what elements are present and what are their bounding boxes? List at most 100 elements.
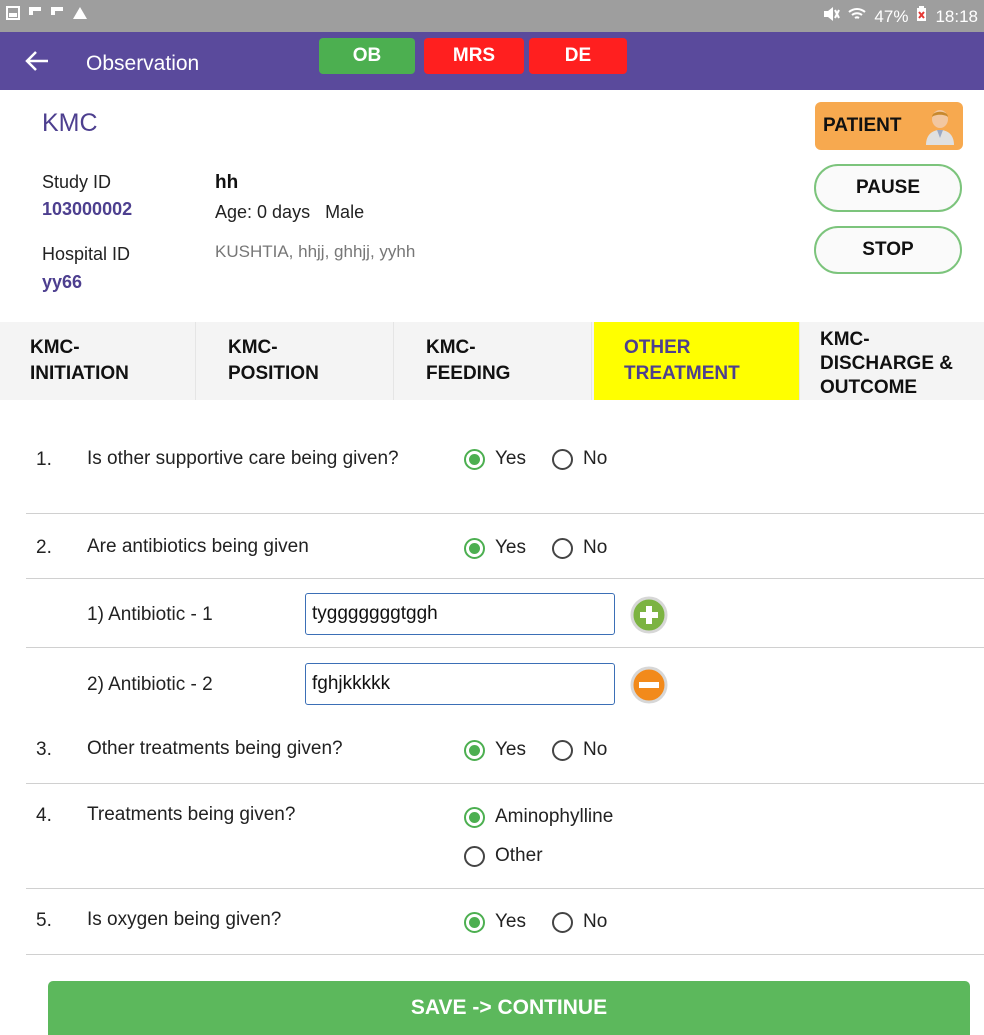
tab-label: KMC- bbox=[426, 337, 476, 358]
divider bbox=[26, 888, 984, 889]
tab-other-treatment[interactable]: OTHER TREATMENT bbox=[594, 322, 800, 400]
study-id-value: 103000002 bbox=[42, 199, 133, 219]
system-status: 47% 18:18 bbox=[822, 6, 978, 27]
question-number: 1. bbox=[36, 449, 52, 470]
remove-circle-icon[interactable] bbox=[630, 666, 668, 704]
radio-unchecked-icon bbox=[552, 537, 573, 559]
patient-age-sex: Age: 0 days Male bbox=[215, 202, 365, 222]
tab-kmc-feeding[interactable]: KMC- FEEDING bbox=[396, 322, 592, 400]
add-circle-icon[interactable] bbox=[630, 596, 668, 634]
q3-yes-radio[interactable]: Yes bbox=[464, 739, 526, 761]
tab-label: OUTCOME bbox=[820, 377, 918, 398]
tab-kmc-initiation[interactable]: KMC- INITIATION bbox=[0, 322, 196, 400]
antibiotic-1-label: 1) Antibiotic - 1 bbox=[87, 604, 213, 625]
antibiotic-2-label: 2) Antibiotic - 2 bbox=[87, 674, 213, 695]
tab-label: KMC- bbox=[820, 329, 870, 350]
question-text: Treatments being given? bbox=[87, 804, 296, 825]
tab-label: TREATMENT bbox=[624, 363, 740, 384]
ob-chip[interactable]: OB bbox=[319, 38, 415, 74]
radio-label: No bbox=[583, 739, 608, 760]
question-number: 2. bbox=[36, 537, 52, 558]
wifi-icon bbox=[848, 6, 867, 27]
hospital-id-label: Hospital ID bbox=[42, 244, 131, 264]
tab-label: OTHER bbox=[624, 337, 691, 358]
section-title: KMC bbox=[42, 109, 98, 137]
tab-label: FEEDING bbox=[426, 363, 511, 384]
patient-avatar-icon bbox=[923, 107, 957, 145]
tab-kmc-position[interactable]: KMC- POSITION bbox=[198, 322, 394, 400]
stop-button[interactable]: STOP bbox=[814, 226, 962, 274]
radio-checked-icon bbox=[464, 806, 485, 828]
divider bbox=[26, 954, 984, 955]
flipboard-icon bbox=[28, 6, 42, 22]
warning-icon bbox=[72, 6, 87, 22]
back-arrow-icon[interactable] bbox=[24, 42, 50, 81]
divider bbox=[26, 783, 984, 784]
clock: 18:18 bbox=[935, 6, 978, 26]
hospital-id-value: yy66 bbox=[42, 272, 83, 292]
tab-label: INITIATION bbox=[30, 363, 129, 384]
tab-label: DISCHARGE & bbox=[820, 353, 954, 374]
radio-unchecked-icon bbox=[552, 448, 573, 470]
radio-checked-icon bbox=[464, 739, 485, 761]
antibiotic-2-input[interactable] bbox=[305, 663, 615, 705]
radio-checked-icon bbox=[464, 537, 485, 559]
q4-other-radio[interactable]: Other bbox=[464, 845, 543, 867]
radio-label: Other bbox=[495, 845, 543, 866]
question-number: 3. bbox=[36, 739, 52, 760]
question-number: 4. bbox=[36, 805, 52, 826]
divider bbox=[26, 513, 984, 514]
tab-label: POSITION bbox=[228, 363, 319, 384]
radio-label: Yes bbox=[495, 537, 526, 558]
radio-unchecked-icon bbox=[552, 739, 573, 761]
radio-label: No bbox=[583, 911, 608, 932]
radio-checked-icon bbox=[464, 911, 485, 933]
status-bar: 47% 18:18 bbox=[0, 0, 984, 32]
patient-button[interactable]: PATIENT bbox=[815, 102, 963, 150]
question-number: 5. bbox=[36, 910, 52, 931]
q1-yes-radio[interactable]: Yes bbox=[464, 448, 526, 470]
patient-button-label: PATIENT bbox=[823, 115, 902, 136]
radio-label: No bbox=[583, 448, 608, 469]
radio-checked-icon bbox=[464, 448, 485, 470]
antibiotic-1-input[interactable] bbox=[305, 593, 615, 635]
section-tabs: KMC- INITIATION KMC- POSITION KMC- FEEDI… bbox=[0, 322, 984, 400]
save-continue-button[interactable]: SAVE -> CONTINUE bbox=[48, 981, 970, 1035]
mrs-chip[interactable]: MRS bbox=[424, 38, 524, 74]
q2-no-radio[interactable]: No bbox=[552, 537, 607, 559]
question-text: Is oxygen being given? bbox=[87, 909, 282, 930]
radio-label: No bbox=[583, 537, 608, 558]
gallery-icon bbox=[6, 6, 20, 22]
radio-unchecked-icon bbox=[464, 845, 485, 867]
battery-icon bbox=[916, 6, 927, 27]
patient-address: KUSHTIA, hhjj, ghhjj, yyhh bbox=[215, 242, 416, 261]
patient-name: hh bbox=[215, 172, 239, 193]
q1-no-radio[interactable]: No bbox=[552, 448, 607, 470]
flipboard-icon bbox=[50, 6, 64, 22]
divider bbox=[26, 647, 984, 648]
question-text: Are antibiotics being given bbox=[87, 536, 309, 557]
q4-aminophylline-radio[interactable]: Aminophylline bbox=[464, 806, 613, 828]
radio-label: Yes bbox=[495, 911, 526, 932]
radio-label: Aminophylline bbox=[495, 806, 614, 827]
de-chip[interactable]: DE bbox=[529, 38, 627, 74]
tab-kmc-discharge-outcome[interactable]: KMC- DISCHARGE & OUTCOME bbox=[800, 322, 984, 400]
radio-label: Yes bbox=[495, 739, 526, 760]
q5-yes-radio[interactable]: Yes bbox=[464, 911, 526, 933]
notification-icons bbox=[6, 6, 87, 22]
radio-unchecked-icon bbox=[552, 911, 573, 933]
q5-no-radio[interactable]: No bbox=[552, 911, 607, 933]
question-text: Is other supportive care being given? bbox=[87, 448, 399, 469]
app-bar: Observation OB MRS DE bbox=[0, 32, 984, 90]
mute-icon bbox=[822, 6, 841, 27]
radio-label: Yes bbox=[495, 448, 526, 469]
tab-label: KMC- bbox=[228, 337, 278, 358]
page-title: Observation bbox=[86, 52, 200, 75]
pause-button[interactable]: PAUSE bbox=[814, 164, 962, 212]
question-text: Other treatments being given? bbox=[87, 738, 343, 759]
study-id-label: Study ID bbox=[42, 172, 112, 192]
q2-yes-radio[interactable]: Yes bbox=[464, 537, 526, 559]
divider bbox=[26, 578, 984, 579]
q3-no-radio[interactable]: No bbox=[552, 739, 607, 761]
tab-label: KMC- bbox=[30, 337, 80, 358]
